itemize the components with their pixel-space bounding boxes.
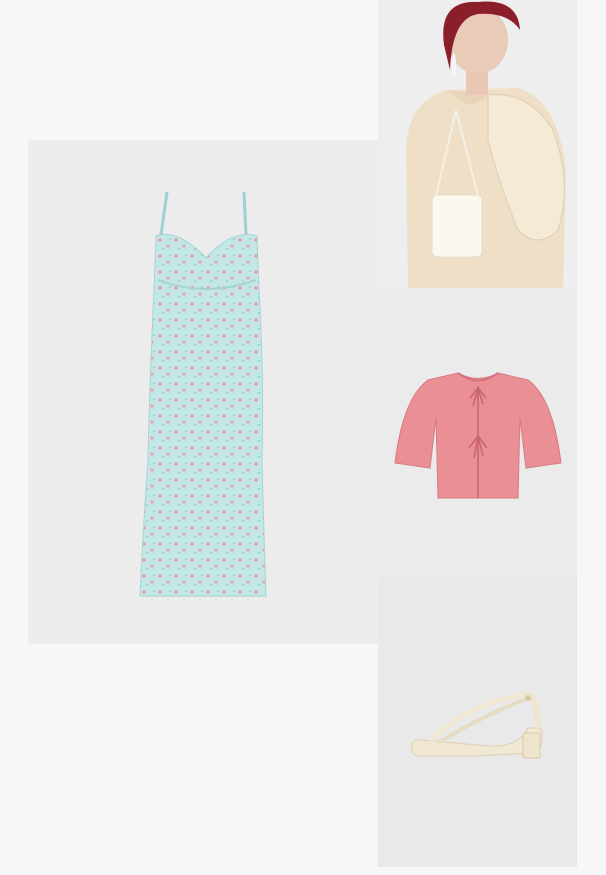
pink-tie-cardigan-icon	[394, 372, 562, 499]
product-image-dress[interactable]	[28, 140, 378, 644]
model-with-crochet-bag-icon	[378, 0, 577, 288]
product-image-cardigan[interactable]	[378, 288, 577, 578]
cream-strappy-sandal-icon	[411, 691, 543, 759]
product-image-sandal[interactable]	[378, 578, 577, 867]
floral-slip-dress-icon	[139, 191, 267, 597]
product-image-model[interactable]	[378, 0, 577, 288]
